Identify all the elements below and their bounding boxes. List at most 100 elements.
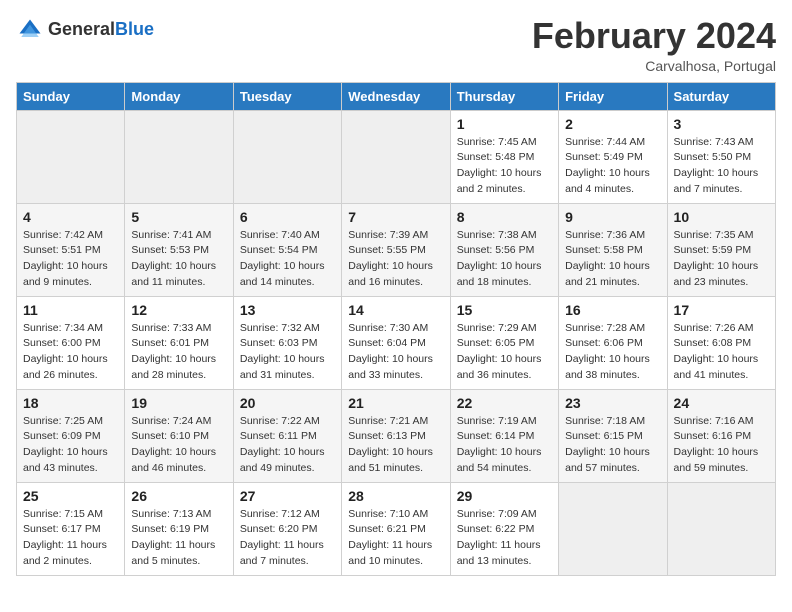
day-number: 14 [348, 302, 443, 318]
day-info: Sunrise: 7:28 AMSunset: 6:06 PMDaylight:… [565, 321, 660, 384]
calendar-day-cell: 15 Sunrise: 7:29 AMSunset: 6:05 PMDayligh… [450, 296, 558, 389]
calendar-day-cell: 18 Sunrise: 7:25 AMSunset: 6:09 PMDayligh… [17, 389, 125, 482]
day-info: Sunrise: 7:35 AMSunset: 5:59 PMDaylight:… [674, 228, 769, 291]
day-info: Sunrise: 7:38 AMSunset: 5:56 PMDaylight:… [457, 228, 552, 291]
day-number: 16 [565, 302, 660, 318]
day-info: Sunrise: 7:36 AMSunset: 5:58 PMDaylight:… [565, 228, 660, 291]
day-number: 12 [131, 302, 226, 318]
weekday-header-friday: Friday [559, 82, 667, 110]
day-info: Sunrise: 7:40 AMSunset: 5:54 PMDaylight:… [240, 228, 335, 291]
calendar-day-cell: 21 Sunrise: 7:21 AMSunset: 6:13 PMDayligh… [342, 389, 450, 482]
weekday-header-thursday: Thursday [450, 82, 558, 110]
day-info: Sunrise: 7:09 AMSunset: 6:22 PMDaylight:… [457, 507, 552, 570]
calendar-day-cell [233, 110, 341, 203]
day-number: 8 [457, 209, 552, 225]
day-number: 5 [131, 209, 226, 225]
calendar-day-cell: 17 Sunrise: 7:26 AMSunset: 6:08 PMDayligh… [667, 296, 775, 389]
day-number: 21 [348, 395, 443, 411]
calendar-day-cell: 16 Sunrise: 7:28 AMSunset: 6:06 PMDayligh… [559, 296, 667, 389]
calendar-day-cell: 20 Sunrise: 7:22 AMSunset: 6:11 PMDayligh… [233, 389, 341, 482]
day-info: Sunrise: 7:12 AMSunset: 6:20 PMDaylight:… [240, 507, 335, 570]
day-info: Sunrise: 7:45 AMSunset: 5:48 PMDaylight:… [457, 135, 552, 198]
location: Carvalhosa, Portugal [532, 58, 776, 74]
calendar-week-row: 4 Sunrise: 7:42 AMSunset: 5:51 PMDaylight… [17, 203, 776, 296]
day-number: 1 [457, 116, 552, 132]
day-number: 9 [565, 209, 660, 225]
calendar-day-cell: 27 Sunrise: 7:12 AMSunset: 6:20 PMDayligh… [233, 482, 341, 575]
day-number: 29 [457, 488, 552, 504]
day-info: Sunrise: 7:18 AMSunset: 6:15 PMDaylight:… [565, 414, 660, 477]
logo-blue-text: Blue [115, 19, 154, 39]
day-number: 28 [348, 488, 443, 504]
calendar-week-row: 25 Sunrise: 7:15 AMSunset: 6:17 PMDayligh… [17, 482, 776, 575]
day-info: Sunrise: 7:15 AMSunset: 6:17 PMDaylight:… [23, 507, 118, 570]
day-info: Sunrise: 7:19 AMSunset: 6:14 PMDaylight:… [457, 414, 552, 477]
day-info: Sunrise: 7:43 AMSunset: 5:50 PMDaylight:… [674, 135, 769, 198]
day-info: Sunrise: 7:32 AMSunset: 6:03 PMDaylight:… [240, 321, 335, 384]
calendar-day-cell: 12 Sunrise: 7:33 AMSunset: 6:01 PMDayligh… [125, 296, 233, 389]
logo-icon [16, 16, 44, 44]
day-info: Sunrise: 7:21 AMSunset: 6:13 PMDaylight:… [348, 414, 443, 477]
calendar-day-cell: 2Sunrise: 7:44 AMSunset: 5:49 PMDaylight… [559, 110, 667, 203]
calendar-day-cell: 13Sunrise: 7:32 AMSunset: 6:03 PMDayligh… [233, 296, 341, 389]
calendar-day-cell: 6Sunrise: 7:40 AMSunset: 5:54 PMDaylight… [233, 203, 341, 296]
logo: GeneralBlue [16, 16, 154, 44]
day-number: 4 [23, 209, 118, 225]
logo-general: General [48, 19, 115, 39]
day-info: Sunrise: 7:33 AMSunset: 6:01 PMDaylight:… [131, 321, 226, 384]
calendar-day-cell [125, 110, 233, 203]
weekday-header-saturday: Saturday [667, 82, 775, 110]
day-info: Sunrise: 7:13 AMSunset: 6:19 PMDaylight:… [131, 507, 226, 570]
day-number: 20 [240, 395, 335, 411]
day-info: Sunrise: 7:22 AMSunset: 6:11 PMDaylight:… [240, 414, 335, 477]
calendar-day-cell: 29 Sunrise: 7:09 AMSunset: 6:22 PMDayligh… [450, 482, 558, 575]
calendar-day-cell: 5 Sunrise: 7:41 AMSunset: 5:53 PMDaylight… [125, 203, 233, 296]
calendar-day-cell: 26 Sunrise: 7:13 AMSunset: 6:19 PMDayligh… [125, 482, 233, 575]
day-info: Sunrise: 7:41 AMSunset: 5:53 PMDaylight:… [131, 228, 226, 291]
calendar-week-row: 1 Sunrise: 7:45 AMSunset: 5:48 PMDaylight… [17, 110, 776, 203]
weekday-header-wednesday: Wednesday [342, 82, 450, 110]
calendar-day-cell: 3 Sunrise: 7:43 AMSunset: 5:50 PMDaylight… [667, 110, 775, 203]
month-year: February 2024 [532, 16, 776, 56]
day-number: 27 [240, 488, 335, 504]
day-number: 17 [674, 302, 769, 318]
weekday-header-tuesday: Tuesday [233, 82, 341, 110]
calendar-day-cell: 8 Sunrise: 7:38 AMSunset: 5:56 PMDaylight… [450, 203, 558, 296]
day-info: Sunrise: 7:34 AMSunset: 6:00 PMDaylight:… [23, 321, 118, 384]
day-number: 19 [131, 395, 226, 411]
calendar-day-cell: 1 Sunrise: 7:45 AMSunset: 5:48 PMDaylight… [450, 110, 558, 203]
day-number: 22 [457, 395, 552, 411]
day-info: Sunrise: 7:26 AMSunset: 6:08 PMDaylight:… [674, 321, 769, 384]
day-number: 11 [23, 302, 118, 318]
title-block: February 2024 Carvalhosa, Portugal [532, 16, 776, 74]
day-info: Sunrise: 7:10 AMSunset: 6:21 PMDaylight:… [348, 507, 443, 570]
calendar-day-cell: 11 Sunrise: 7:34 AMSunset: 6:00 PMDayligh… [17, 296, 125, 389]
calendar-day-cell: 22 Sunrise: 7:19 AMSunset: 6:14 PMDayligh… [450, 389, 558, 482]
day-number: 3 [674, 116, 769, 132]
weekday-header-sunday: Sunday [17, 82, 125, 110]
logo-text: GeneralBlue [48, 20, 154, 40]
calendar-day-cell: 4 Sunrise: 7:42 AMSunset: 5:51 PMDaylight… [17, 203, 125, 296]
day-info: Sunrise: 7:24 AMSunset: 6:10 PMDaylight:… [131, 414, 226, 477]
day-info: Sunrise: 7:16 AMSunset: 6:16 PMDaylight:… [674, 414, 769, 477]
day-number: 26 [131, 488, 226, 504]
day-info: Sunrise: 7:44 AMSunset: 5:49 PMDaylight:… [565, 135, 660, 198]
page-header: GeneralBlue February 2024 Carvalhosa, Po… [16, 16, 776, 74]
day-info: Sunrise: 7:42 AMSunset: 5:51 PMDaylight:… [23, 228, 118, 291]
calendar-day-cell [667, 482, 775, 575]
day-number: 25 [23, 488, 118, 504]
day-info: Sunrise: 7:29 AMSunset: 6:05 PMDaylight:… [457, 321, 552, 384]
calendar-day-cell: 19 Sunrise: 7:24 AMSunset: 6:10 PMDayligh… [125, 389, 233, 482]
day-number: 23 [565, 395, 660, 411]
calendar-day-cell: 7Sunrise: 7:39 AMSunset: 5:55 PMDaylight… [342, 203, 450, 296]
day-number: 24 [674, 395, 769, 411]
calendar-day-cell [559, 482, 667, 575]
day-number: 18 [23, 395, 118, 411]
calendar-day-cell: 14 Sunrise: 7:30 AMSunset: 6:04 PMDayligh… [342, 296, 450, 389]
day-info: Sunrise: 7:25 AMSunset: 6:09 PMDaylight:… [23, 414, 118, 477]
calendar-week-row: 11 Sunrise: 7:34 AMSunset: 6:00 PMDayligh… [17, 296, 776, 389]
day-number: 15 [457, 302, 552, 318]
calendar-table: SundayMondayTuesdayWednesdayThursdayFrid… [16, 82, 776, 576]
day-info: Sunrise: 7:30 AMSunset: 6:04 PMDaylight:… [348, 321, 443, 384]
calendar-day-cell: 23 Sunrise: 7:18 AMSunset: 6:15 PMDayligh… [559, 389, 667, 482]
